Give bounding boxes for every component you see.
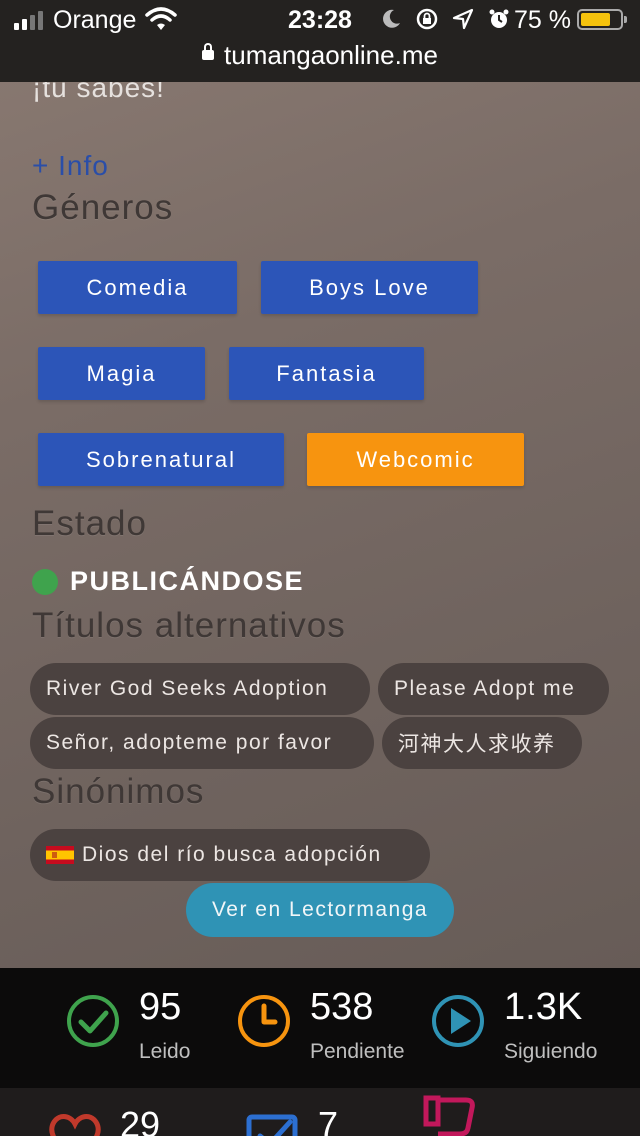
more-info-link[interactable]: + Info xyxy=(32,150,109,182)
stat-label: Leido xyxy=(139,1040,191,1063)
browser-status-bar: Orange 23:28 75 % tumangaonline.me xyxy=(0,0,640,82)
battery-icon xyxy=(577,9,627,30)
heart-icon[interactable] xyxy=(46,1112,104,1136)
checkbox-icon[interactable] xyxy=(246,1114,298,1136)
genres-heading: Géneros xyxy=(32,188,174,227)
stat-label: Siguiendo xyxy=(504,1040,598,1063)
secondary-stats-bar: 29 7 xyxy=(0,1088,640,1136)
stats-bar: 95 Leido 538 Pendiente 1.3K Siguiendo xyxy=(0,968,640,1088)
spain-flag-icon xyxy=(46,846,74,864)
genre-webcomic[interactable]: Webcomic xyxy=(307,433,524,486)
thumbs-down-icon[interactable] xyxy=(422,1094,478,1136)
battery-percent: 75 % xyxy=(514,6,571,34)
stat-value: 95 xyxy=(139,986,182,1028)
alt-title-chip: Señor, adopteme por favor xyxy=(30,717,374,769)
genre-boys-love[interactable]: Boys Love xyxy=(261,261,478,314)
status-value: PUBLICÁNDOSE xyxy=(70,566,305,596)
url-text: tumangaonline.me xyxy=(224,40,438,70)
genre-fantasia[interactable]: Fantasia xyxy=(229,347,424,400)
rotation-lock-icon xyxy=(416,8,438,30)
completed-count: 7 xyxy=(318,1104,339,1136)
favorites-count: 29 xyxy=(120,1104,161,1136)
status-dot-icon xyxy=(32,568,58,595)
genre-magia[interactable]: Magia xyxy=(38,347,205,400)
alt-titles-heading: Títulos alternativos xyxy=(32,606,346,645)
moon-icon xyxy=(383,9,400,28)
alt-title-chip: Please Adopt me xyxy=(378,663,609,715)
location-icon xyxy=(452,8,474,30)
play-circle-icon xyxy=(432,995,484,1047)
alarm-icon xyxy=(489,9,509,28)
publication-status: PUBLICÁNDOSE xyxy=(32,566,304,597)
synonym-chip: Dios del río busca adopción xyxy=(30,829,430,881)
clock-icon xyxy=(238,995,290,1047)
synonym-text: Dios del río busca adopción xyxy=(82,843,382,866)
stat-label: Pendiente xyxy=(310,1040,405,1063)
manga-detail-content: ¡tu sabes! + Info Géneros Comedia Boys L… xyxy=(0,0,640,968)
alt-title-chip: 河神大人求收养 xyxy=(382,717,582,769)
view-on-lectormanga-button[interactable]: Ver en Lectormanga xyxy=(186,883,454,937)
stat-value: 1.3K xyxy=(504,986,583,1028)
synonyms-heading: Sinónimos xyxy=(32,772,205,811)
url-bar[interactable]: tumangaonline.me xyxy=(0,40,640,71)
lock-icon xyxy=(202,43,215,61)
stat-value: 538 xyxy=(310,986,374,1028)
genre-sobrenatural[interactable]: Sobrenatural xyxy=(38,433,284,486)
genre-comedia[interactable]: Comedia xyxy=(38,261,237,314)
alt-title-chip: River God Seeks Adoption xyxy=(30,663,370,715)
check-circle-icon xyxy=(67,995,119,1047)
status-heading: Estado xyxy=(32,504,147,543)
